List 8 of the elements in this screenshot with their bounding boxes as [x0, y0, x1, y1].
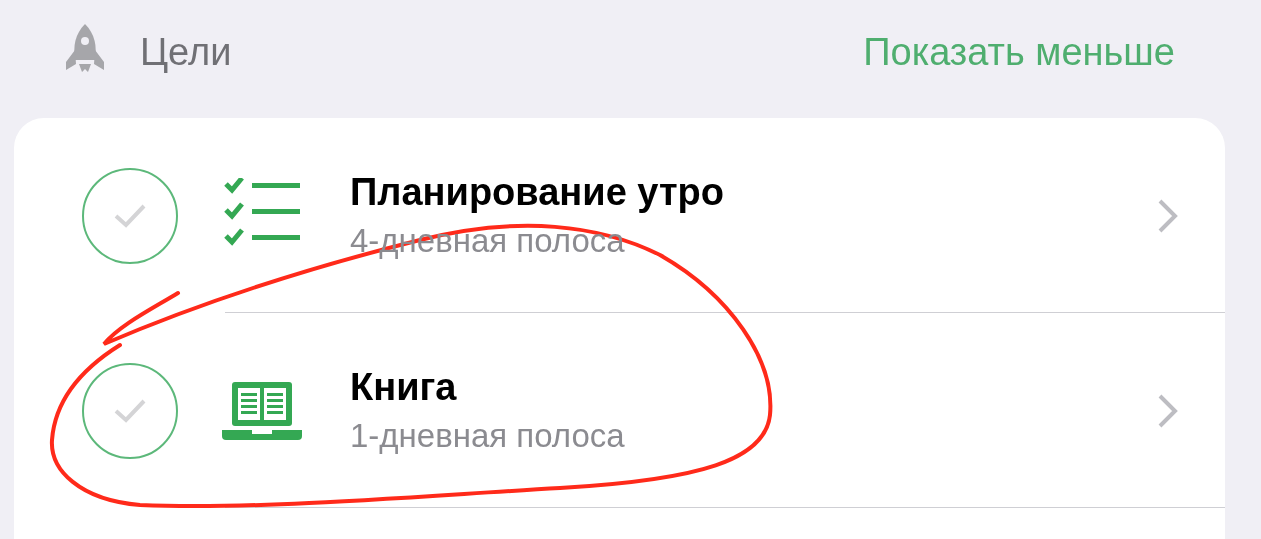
laptop-book-icon	[222, 379, 302, 442]
chevron-icon[interactable]	[1157, 392, 1179, 429]
show-less-link[interactable]: Показать меньше	[863, 30, 1175, 74]
streak-text: 1-дневная полоса	[350, 417, 625, 455]
goal-title: Планирование утро	[350, 171, 724, 214]
section-title: Цели	[140, 30, 232, 74]
chevron-icon[interactable]	[1157, 197, 1179, 234]
goal-title: Книга	[350, 366, 458, 409]
